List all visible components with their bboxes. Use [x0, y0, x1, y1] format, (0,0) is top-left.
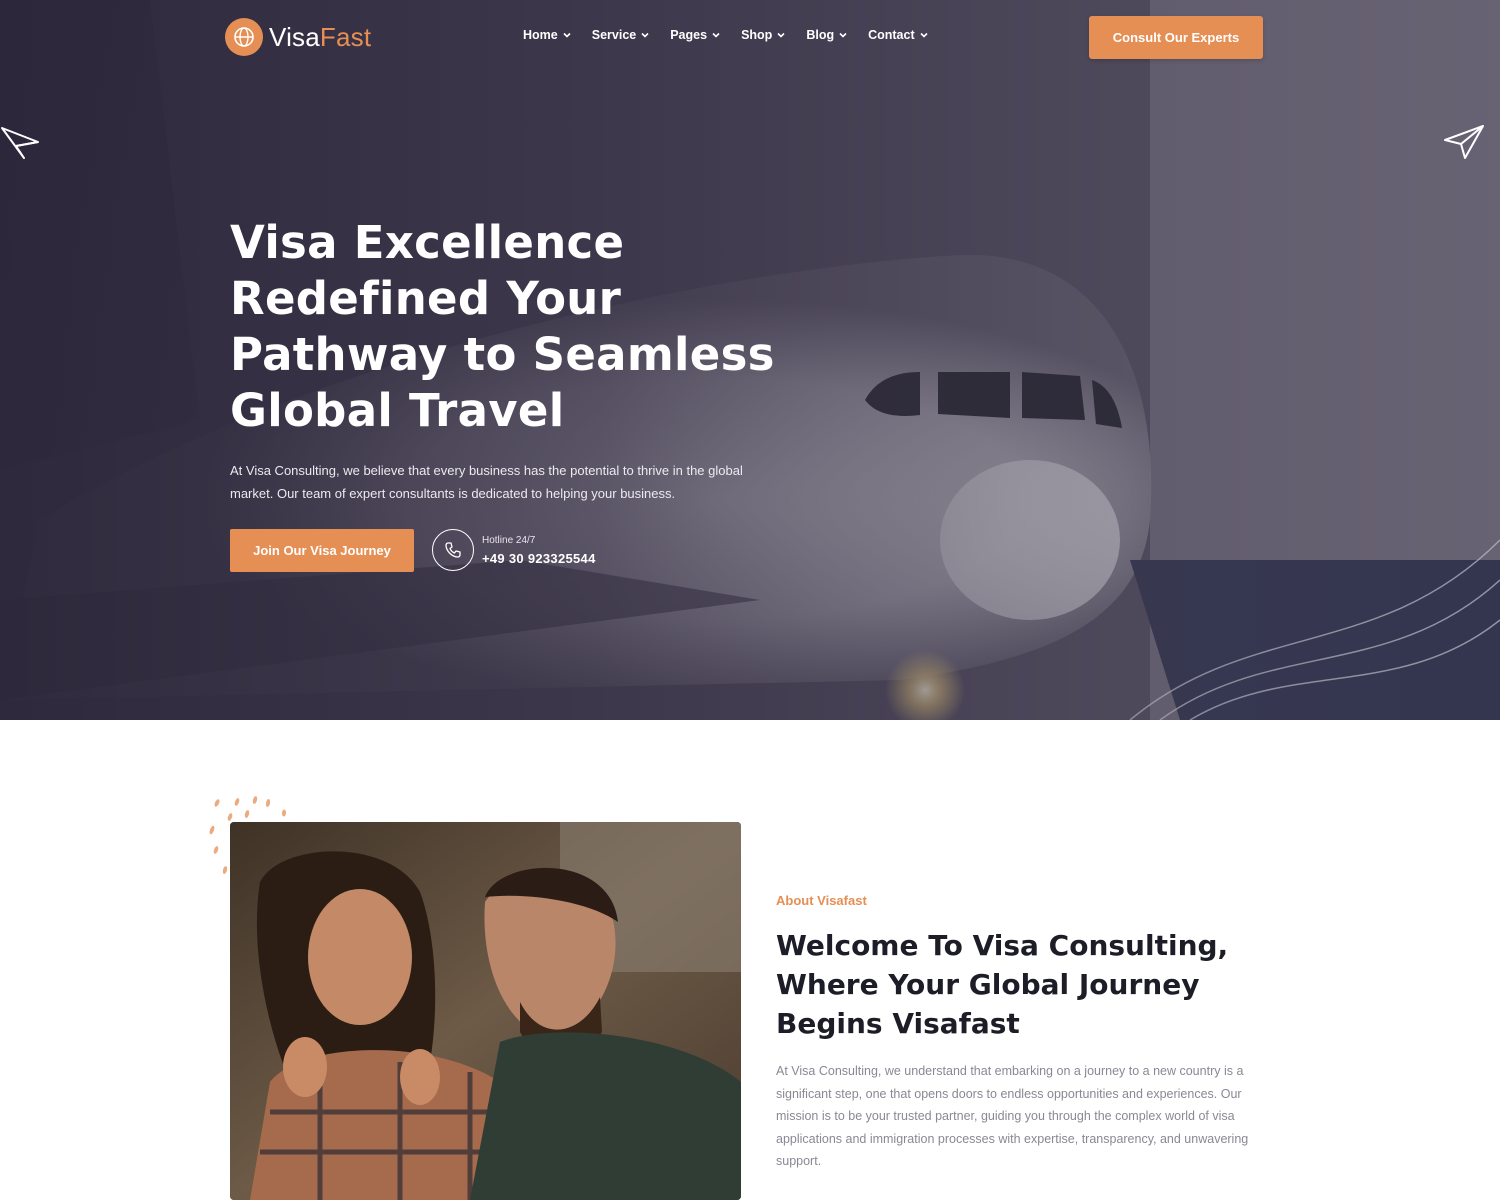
- hotline-number[interactable]: +49 30 923325544: [482, 551, 596, 566]
- chevron-down-icon: [920, 32, 928, 38]
- paper-plane-icon: [1, 127, 39, 159]
- nav-label: Home: [523, 28, 558, 42]
- about-title: Welcome To Visa Consulting, Where Your G…: [776, 929, 1229, 1040]
- phone-icon: [432, 529, 474, 571]
- nav-item-pages[interactable]: Pages: [670, 28, 721, 42]
- about-consultation-photo: [230, 822, 741, 1200]
- main-menu: Home Service Pages Shop Blog Contact: [523, 28, 929, 42]
- hero-title: Visa Excellence Redefined Your Pathway t…: [230, 216, 775, 437]
- nav-item-shop[interactable]: Shop: [741, 28, 786, 42]
- chevron-down-icon: [839, 32, 847, 38]
- brand-name-part1: Visa: [269, 21, 320, 52]
- hero-section: VisaFast Home Service Pages Shop Blog Co…: [0, 0, 1500, 720]
- top-navigation: VisaFast Home Service Pages Shop Blog Co…: [0, 0, 1500, 78]
- nav-label: Blog: [806, 28, 835, 42]
- nav-label: Service: [591, 28, 637, 42]
- brand-name-part2: Fast: [319, 21, 372, 52]
- chevron-down-icon: [641, 32, 649, 38]
- hotline-contact[interactable]: Hotline 24/7 +49 30 923325544: [432, 529, 596, 571]
- nav-label: Contact: [868, 28, 915, 42]
- chevron-down-icon: [563, 32, 571, 38]
- hotline-text: Hotline 24/7 +49 30 923325544: [482, 535, 596, 566]
- about-kicker: About Visafast: [776, 893, 867, 908]
- paper-plane-icon: [1444, 125, 1484, 159]
- nav-item-service[interactable]: Service: [592, 28, 650, 42]
- brand-logo[interactable]: VisaFast: [225, 18, 371, 56]
- chevron-down-icon: [712, 32, 720, 38]
- chevron-down-icon: [777, 32, 785, 38]
- nav-item-blog[interactable]: Blog: [806, 28, 848, 42]
- join-visa-journey-button[interactable]: Join Our Visa Journey: [230, 529, 414, 572]
- nav-label: Shop: [741, 28, 773, 42]
- brand-name: VisaFast: [269, 22, 371, 53]
- about-body-text: At Visa Consulting, we understand that e…: [776, 1064, 1249, 1169]
- globe-icon: [225, 18, 263, 56]
- nav-item-home[interactable]: Home: [523, 28, 572, 42]
- hero-description: At Visa Consulting, we believe that ever…: [230, 463, 743, 501]
- consult-experts-button[interactable]: Consult Our Experts: [1089, 16, 1263, 59]
- nav-label: Pages: [670, 28, 708, 42]
- nav-item-contact[interactable]: Contact: [868, 28, 929, 42]
- hotline-label: Hotline 24/7: [482, 534, 536, 546]
